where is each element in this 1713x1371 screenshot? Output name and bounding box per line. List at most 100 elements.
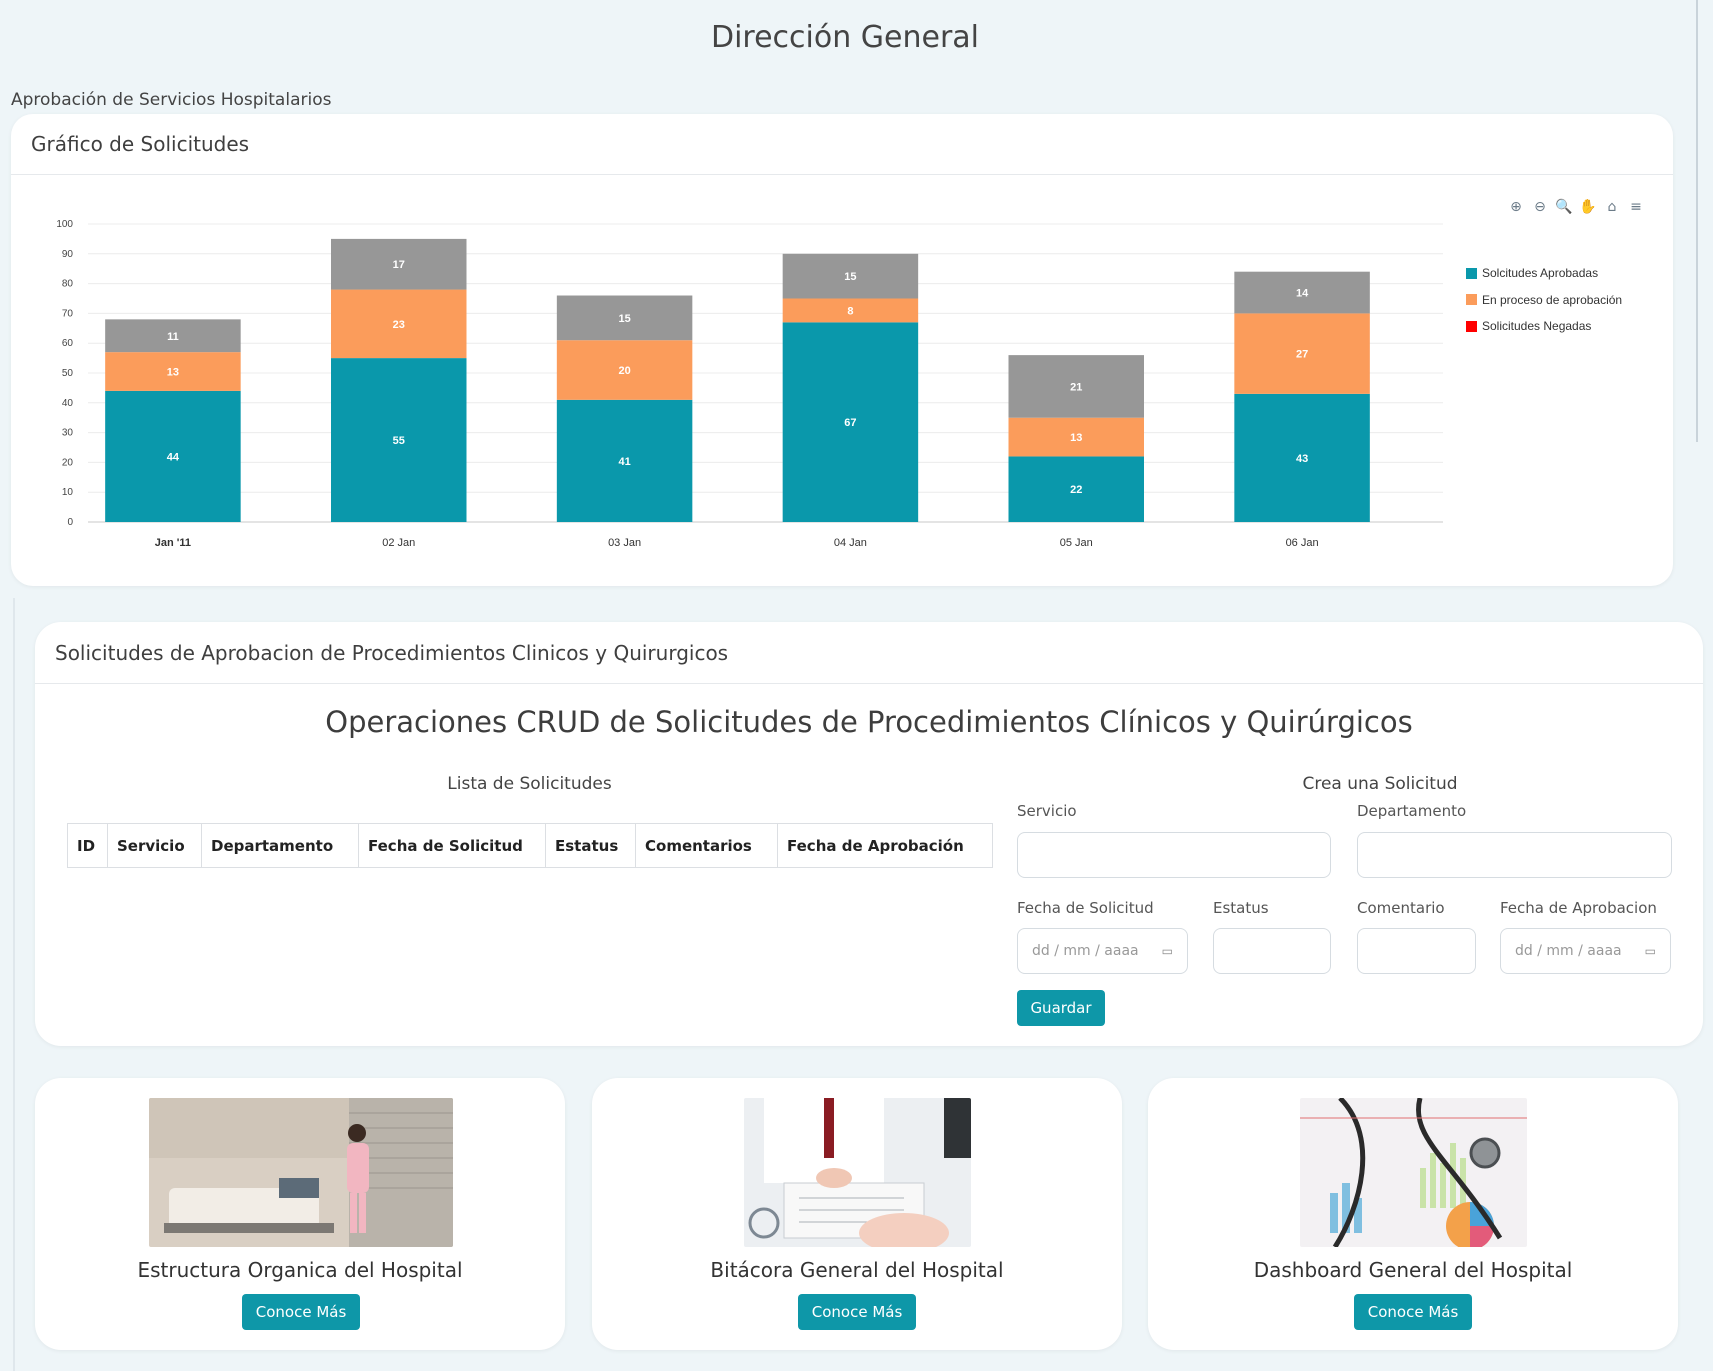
calendar-icon[interactable]: ▭ (1162, 944, 1173, 958)
data-label: 21 (1070, 381, 1082, 393)
chart-legend: Solcitudes Aprobadas En proceso de aproba… (1466, 260, 1622, 340)
stethoscope-charts-image (1300, 1098, 1527, 1247)
data-label: 13 (1070, 432, 1082, 444)
link-card-title: Dashboard General del Hospital (1253, 1258, 1573, 1282)
crud-title: Operaciones CRUD de Solicitudes de Proce… (325, 705, 1413, 739)
y-tick-label: 60 (62, 338, 74, 349)
y-tick-label: 50 (62, 368, 74, 379)
fecha-aprobacion-placeholder: dd / mm / aaaa (1515, 943, 1622, 959)
doctor-writing-image (744, 1098, 971, 1247)
list-title: Lista de Solicitudes (447, 774, 612, 794)
home-icon[interactable]: ⌂ (1603, 198, 1621, 216)
y-tick-label: 30 (62, 428, 74, 439)
data-label: 43 (1296, 453, 1308, 465)
x-tick-label: Jan '11 (155, 537, 191, 549)
x-tick-label: 06 Jan (1286, 537, 1319, 549)
column-header-id: ID (67, 823, 108, 868)
y-tick-label: 100 (56, 219, 73, 230)
data-label: 13 (167, 367, 179, 379)
chart-toolbar: ⊕ ⊖ 🔍 ✋ ⌂ ≡ (1507, 198, 1645, 216)
fecha-aprobacion-input[interactable]: dd / mm / aaaa ▭ (1500, 928, 1671, 974)
column-header-comentarios: Comentarios (635, 823, 778, 868)
departamento-label: Departamento (1357, 802, 1467, 820)
y-tick-label: 0 (67, 517, 73, 528)
link-card-bitacora: Bitácora General del Hospital Conoce Más (592, 1078, 1122, 1350)
legend-item[interactable]: Solicitudes Negadas (1466, 313, 1622, 340)
conoce-mas-button[interactable]: Conoce Más (1354, 1294, 1472, 1330)
conoce-mas-button[interactable]: Conoce Más (798, 1294, 916, 1330)
legend-item[interactable]: En proceso de aprobación (1466, 287, 1622, 314)
link-card-estructura: Estructura Organica del Hospital Conoce … (35, 1078, 565, 1350)
data-label: 8 (847, 305, 853, 317)
estatus-label: Estatus (1213, 899, 1269, 917)
link-card-title: Bitácora General del Hospital (710, 1258, 1004, 1282)
data-label: 41 (618, 456, 630, 468)
form-title: Crea una Solicitud (1302, 774, 1458, 794)
data-label: 15 (618, 313, 630, 325)
crud-card: Solicitudes de Aprobacion de Procedimien… (35, 622, 1703, 1046)
x-tick-label: 03 Jan (608, 537, 641, 549)
servicio-label: Servicio (1017, 802, 1077, 820)
calendar-icon[interactable]: ▭ (1645, 944, 1656, 958)
column-header-estatus: Estatus (545, 823, 636, 868)
comentario-label: Comentario (1357, 899, 1445, 917)
comentario-input[interactable] (1357, 928, 1476, 974)
x-tick-label: 02 Jan (382, 537, 415, 549)
y-tick-label: 90 (62, 249, 74, 260)
y-tick-label: 70 (62, 308, 74, 319)
link-card-title: Estructura Organica del Hospital (137, 1258, 463, 1282)
crud-card-header: Solicitudes de Aprobacion de Procedimien… (35, 622, 1703, 684)
stacked-bar-chart: 0 10 20 30 40 50 60 70 80 90 100 44 13 11 Jan '11 55 23 1… (56, 219, 1443, 549)
save-button[interactable]: Guardar (1017, 990, 1105, 1026)
column-header-fecha-solicitud: Fecha de Solicitud (358, 823, 546, 868)
page-divider (13, 598, 15, 1371)
data-label: 20 (618, 365, 630, 377)
magnifier-icon[interactable]: 🔍 (1555, 198, 1573, 216)
fecha-aprobacion-label: Fecha de Aprobacion (1500, 899, 1657, 917)
requests-table: ID Servicio Departamento Fecha de Solici… (67, 823, 993, 868)
y-tick-label: 10 (62, 487, 74, 498)
data-label: 17 (393, 259, 405, 271)
data-label: 55 (393, 435, 405, 447)
legend-label: Solcitudes Aprobadas (1482, 266, 1599, 281)
departamento-input[interactable] (1357, 832, 1672, 878)
page-title: Dirección General (710, 20, 980, 55)
legend-label: En proceso de aprobación (1482, 292, 1623, 307)
legend-swatch (1466, 294, 1477, 306)
menu-icon[interactable]: ≡ (1627, 198, 1645, 216)
y-tick-label: 40 (62, 398, 74, 409)
data-label: 14 (1296, 288, 1309, 300)
hospital-room-image (149, 1098, 453, 1247)
servicio-input[interactable] (1017, 832, 1331, 878)
data-label: 44 (167, 451, 180, 463)
column-header-fecha-aprobacion: Fecha de Aprobación (777, 823, 993, 868)
data-label: 27 (1296, 349, 1308, 361)
data-label: 23 (393, 319, 405, 331)
legend-swatch (1466, 320, 1477, 332)
conoce-mas-button[interactable]: Conoce Más (242, 1294, 360, 1330)
data-label: 22 (1070, 484, 1082, 496)
legend-item[interactable]: Solcitudes Aprobadas (1466, 260, 1622, 287)
x-tick-label: 04 Jan (834, 537, 867, 549)
y-tick-label: 20 (62, 457, 74, 468)
fecha-solicitud-input[interactable]: dd / mm / aaaa ▭ (1017, 928, 1188, 974)
section-label: Aprobación de Servicios Hospitalarios (11, 90, 332, 110)
zoom-in-icon[interactable]: ⊕ (1507, 198, 1525, 216)
link-card-dashboard: Dashboard General del Hospital Conoce Má… (1148, 1078, 1678, 1350)
table-header-row: ID Servicio Departamento Fecha de Solici… (67, 823, 993, 868)
chart-card: Gráfico de Solicitudes 0 10 20 30 40 50 60 70 80… (11, 114, 1673, 586)
fecha-solicitud-placeholder: dd / mm / aaaa (1032, 943, 1139, 959)
data-label: 15 (844, 271, 856, 283)
legend-label: Solicitudes Negadas (1482, 319, 1592, 334)
page-divider (1696, 0, 1698, 442)
pan-hand-icon[interactable]: ✋ (1579, 198, 1597, 216)
y-tick-label: 80 (62, 279, 74, 290)
estatus-input[interactable] (1213, 928, 1331, 974)
data-label: 67 (844, 417, 856, 429)
fecha-solicitud-label: Fecha de Solicitud (1017, 899, 1154, 917)
column-header-departamento: Departamento (201, 823, 359, 868)
legend-swatch (1466, 267, 1477, 279)
column-header-servicio: Servicio (107, 823, 202, 868)
data-label: 11 (167, 331, 179, 343)
zoom-out-icon[interactable]: ⊖ (1531, 198, 1549, 216)
